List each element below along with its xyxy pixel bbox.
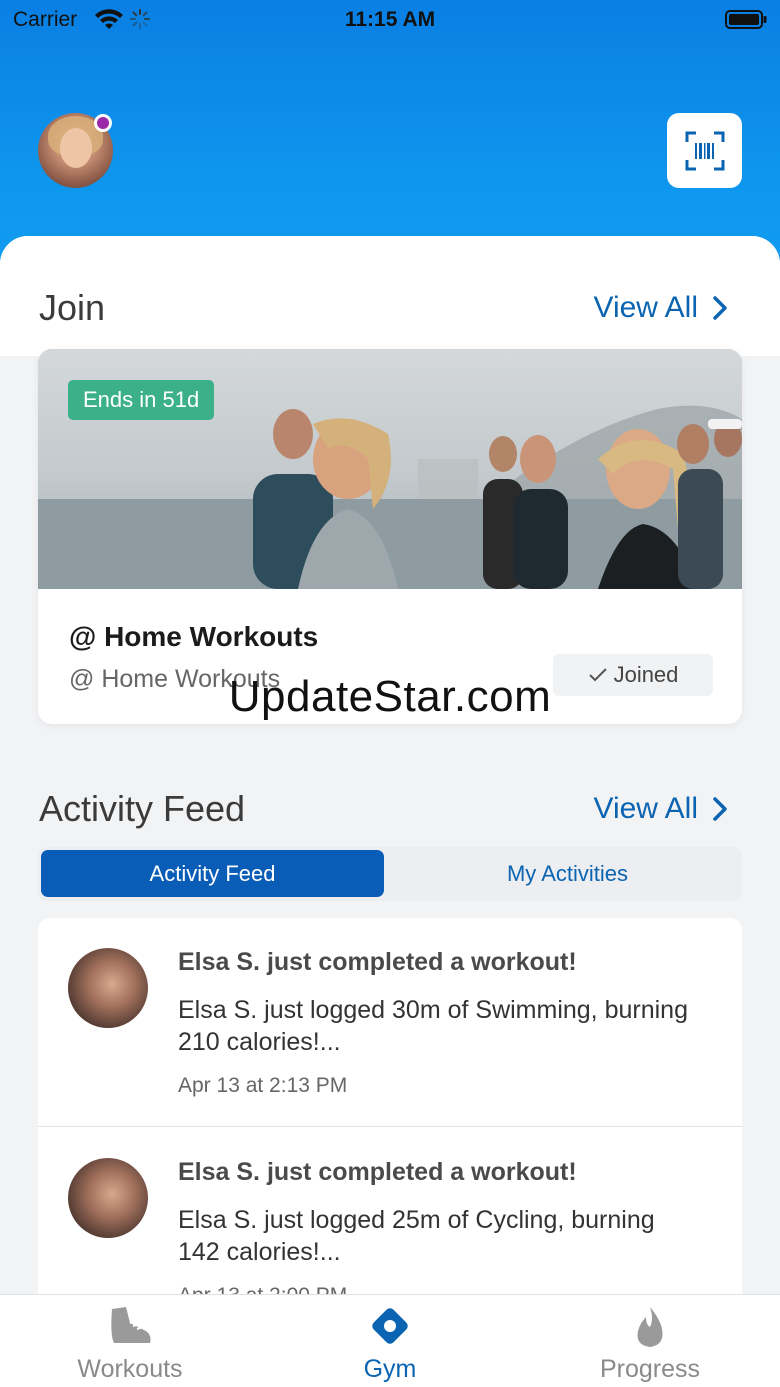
tab-workouts-label: Workouts [77,1355,183,1383]
tab-gym[interactable]: Gym [260,1295,520,1387]
barcode-scan-button[interactable] [667,113,742,188]
feed-divider [38,1126,742,1127]
challenge-card[interactable]: Ends in 51d @ Home Workouts @ Home Worko… [38,349,742,724]
feed-item-title: Elsa S. just completed a workout! [178,948,577,976]
tab-gym-label: Gym [363,1355,417,1383]
feed-user-avatar [68,1158,148,1238]
join-section-title: Join [39,287,106,328]
activity-view-all-label: View All [593,792,698,825]
clock-label: 11:15 AM [344,8,436,31]
watermark-text: UpdateStar.com [228,672,552,721]
chevron-right-icon [713,797,727,821]
battery-icon [725,10,767,29]
ends-in-badge: Ends in 51d [68,380,215,420]
feed-item[interactable]: Elsa S. just completed a workout! Elsa S… [38,918,742,1128]
location-pin-icon [372,1308,408,1344]
join-view-all-link[interactable]: View All [593,291,728,325]
tab-my-activities[interactable]: My Activities [396,850,739,897]
shoe-icon [111,1307,151,1343]
barcode-scan-icon [685,131,724,170]
flame-icon [637,1307,663,1347]
challenge-title: @ Home Workouts [69,621,319,652]
activity-segmented-control: Activity Feed My Activities [38,847,742,901]
tab-progress-label: Progress [599,1355,701,1383]
feed-item-time: Apr 13 at 2:13 PM [178,1074,348,1097]
tab-workouts[interactable]: Workouts [0,1295,260,1387]
join-view-all-label: View All [593,291,698,324]
activity-feed-list: Elsa S. just completed a workout! Elsa S… [38,918,742,1338]
feed-user-avatar [68,948,148,1028]
feed-item-text: Elsa S. just logged 30m of Swimming, bur… [178,996,688,1056]
activity-view-all-link[interactable]: View All [593,792,728,826]
presence-indicator [94,114,112,132]
tab-progress[interactable]: Progress [520,1295,780,1387]
avatar-face [60,128,92,168]
feed-item-title: Elsa S. just completed a workout! [178,1158,577,1186]
activity-section-title: Activity Feed [39,788,246,829]
chevron-right-icon [713,296,727,320]
status-bar: Carrier 11:15 AM [0,0,780,40]
feed-item-text: Elsa S. just logged 25m of Cycling, burn… [178,1206,655,1266]
tab-activity-feed[interactable]: Activity Feed [41,850,384,897]
challenge-photo: Ends in 51d [38,349,742,589]
bottom-tab-bar: Workouts Gym Progress [0,1294,780,1387]
